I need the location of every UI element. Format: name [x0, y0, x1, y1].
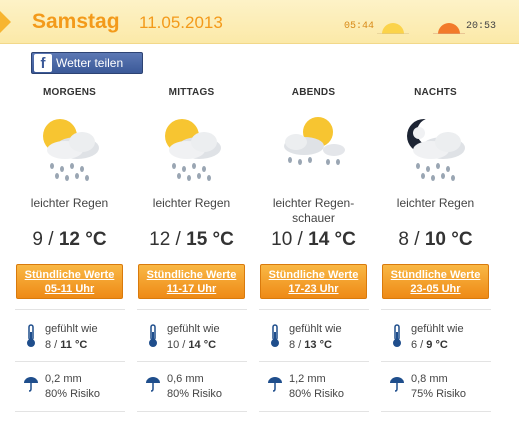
day-date: 11.05.2013 — [139, 13, 223, 32]
hourly-values-label: Stündliche Werte — [24, 269, 115, 281]
thermometer-icon — [27, 324, 35, 347]
temp-max: 12 °C — [58, 229, 107, 250]
period-column-night: NACHTS leichter Regen 8 / 10 °C Stündlic… — [376, 82, 495, 414]
period-column-evening: ABENDS leichter Regen-schauer 10 / 14 °C… — [254, 82, 373, 414]
thermometer-icon — [271, 324, 279, 347]
temp-min: 10 — [271, 229, 293, 250]
divider — [15, 361, 125, 362]
sunset-icon — [433, 23, 465, 34]
rain-risk: 80% Risiko — [289, 388, 345, 400]
feels-min: 10 — [167, 339, 180, 351]
feels-max: 13 °C — [304, 339, 332, 351]
temp-max: 14 °C — [308, 229, 356, 250]
hourly-values-button[interactable]: Stündliche Werte 11-17 Uhr — [138, 264, 245, 299]
rain-risk: 80% Risiko — [167, 388, 223, 400]
rain-amount: 0,2 mm — [45, 373, 82, 385]
day-name: Samstag — [32, 10, 120, 33]
temperature: 8 / 10 °C — [398, 229, 473, 250]
condition-text: leichter Regen — [152, 196, 231, 210]
feels-min: 8 — [289, 339, 296, 351]
hourly-values-label: Stündliche Werte — [268, 269, 359, 281]
sunrise-time: 05:44 — [344, 21, 375, 32]
umbrella-icon — [24, 377, 38, 392]
feels-max: 11 °C — [60, 339, 88, 351]
period-title: MORGENS — [42, 87, 97, 98]
facebook-icon: f — [34, 54, 52, 72]
feels-like-label: gefühlt wie — [45, 323, 98, 335]
rain-amount: 0,8 mm — [411, 373, 448, 385]
divider — [137, 309, 247, 310]
condition-text: leichter Regen — [396, 196, 475, 210]
period-column-noon: MITTAGS leichter Regen 12 / 15 °C Stündl… — [132, 82, 251, 414]
umbrella-icon — [146, 377, 160, 392]
thermometer-icon — [393, 324, 401, 347]
hourly-range-label: 23-05 Uhr — [410, 283, 461, 295]
sun-cloud-rain-icon — [43, 119, 99, 181]
thermometer-icon — [149, 324, 157, 347]
hourly-values-button[interactable]: Stündliche Werte 05-11 Uhr — [16, 264, 123, 299]
divider — [381, 361, 491, 362]
hourly-values-button[interactable]: Stündliche Werte 23-05 Uhr — [382, 264, 489, 299]
feels-like-value: 8 / 13 °C — [289, 339, 332, 351]
hourly-values-button[interactable]: Stündliche Werte 17-23 Uhr — [260, 264, 367, 299]
temperature: 10 / 14 °C — [271, 229, 356, 250]
condition-text: leichter Regen — [30, 196, 109, 210]
sun-cloud-showers-icon — [284, 117, 345, 165]
temp-min: 9 — [32, 229, 43, 250]
hourly-range-label: 11-17 Uhr — [166, 283, 217, 295]
feels-max: 14 °C — [188, 339, 217, 351]
umbrella-icon — [390, 377, 404, 392]
feels-min: 8 — [45, 339, 52, 351]
feels-min: 6 — [411, 339, 418, 351]
period-title: ABENDS — [291, 87, 336, 98]
day-header: Samstag 11.05.2013 05:44 20:53 — [0, 0, 519, 44]
divider — [259, 411, 369, 412]
hourly-values-label: Stündliche Werte — [146, 269, 237, 281]
rain-risk: 75% Risiko — [411, 388, 467, 400]
temp-max: 10 °C — [424, 229, 473, 250]
divider — [259, 309, 369, 310]
share-weather-label: Wetter teilen — [56, 56, 124, 70]
temp-max: 15 °C — [186, 229, 234, 250]
sunset-time: 20:53 — [466, 21, 497, 32]
temp-min: 8 — [398, 229, 409, 250]
temp-min: 12 — [149, 229, 171, 250]
feels-like-label: gefühlt wie — [289, 323, 342, 335]
divider — [15, 411, 125, 412]
temperature: 9 / 12 °C — [32, 229, 107, 250]
period-column-morning: MORGENS leichter Regen 9 / 12 °C Stündli… — [10, 82, 129, 414]
divider — [381, 411, 491, 412]
rain-amount: 1,2 mm — [289, 373, 326, 385]
period-title: MITTAGS — [168, 87, 215, 98]
sun-cloud-rain-icon — [165, 119, 221, 181]
feels-like-value: 6 / 9 °C — [411, 339, 448, 351]
divider — [137, 411, 247, 412]
moon-cloud-rain-icon — [407, 118, 465, 181]
divider — [381, 309, 491, 310]
divider — [137, 361, 247, 362]
feels-like-value: 10 / 14 °C — [167, 339, 217, 351]
hourly-values-label: Stündliche Werte — [390, 269, 481, 281]
expand-arrow-icon[interactable] — [0, 11, 11, 33]
condition-text: leichter Regen-schauer — [272, 196, 355, 225]
sunrise-icon — [377, 23, 409, 34]
hourly-range-label: 05-11 Uhr — [44, 283, 95, 295]
temperature: 12 / 15 °C — [149, 229, 234, 250]
share-weather-button[interactable]: f Wetter teilen — [31, 52, 143, 74]
feels-max: 9 °C — [426, 339, 448, 351]
feels-like-value: 8 / 11 °C — [45, 339, 88, 351]
period-title: NACHTS — [414, 87, 457, 98]
rain-amount: 0,6 mm — [167, 373, 204, 385]
feels-like-label: gefühlt wie — [411, 323, 464, 335]
feels-like-label: gefühlt wie — [167, 323, 220, 335]
hourly-range-label: 17-23 Uhr — [288, 283, 339, 295]
rain-risk: 80% Risiko — [45, 388, 101, 400]
divider — [259, 361, 369, 362]
umbrella-icon — [268, 377, 282, 392]
divider — [15, 309, 125, 310]
